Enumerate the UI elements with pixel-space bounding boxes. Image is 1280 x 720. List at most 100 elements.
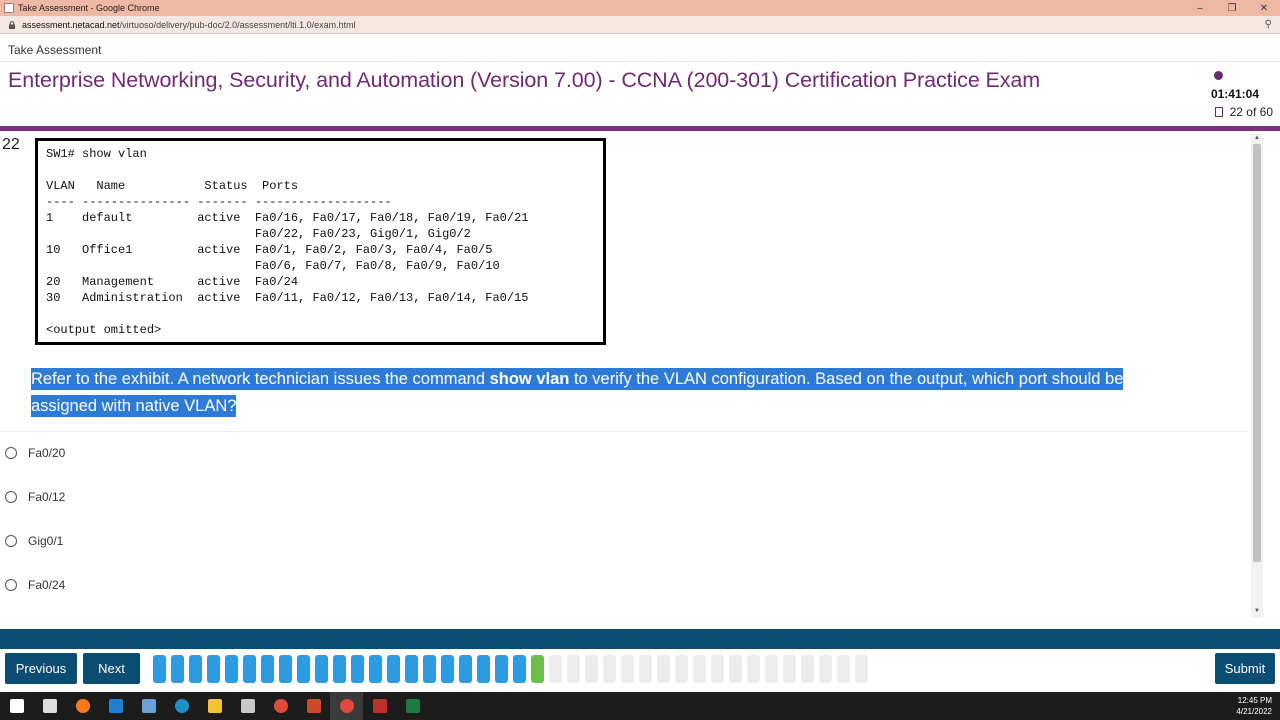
previous-button[interactable]: Previous	[5, 653, 77, 684]
question-step[interactable]	[423, 655, 436, 683]
question-step[interactable]	[495, 655, 508, 683]
question-step[interactable]	[297, 655, 310, 683]
submit-button[interactable]: Submit	[1215, 653, 1275, 684]
question-step[interactable]	[621, 655, 634, 683]
exhibit-line: SW1# show vlan	[46, 147, 147, 161]
taskbar-item[interactable]	[0, 692, 33, 720]
app-icon	[108, 699, 123, 713]
restore-icon[interactable]: ❐	[1216, 0, 1248, 16]
taskbar-clock[interactable]: 12:45 PM 4/21/2022	[1236, 695, 1272, 717]
question-step[interactable]	[603, 655, 616, 683]
task-view-icon	[42, 699, 57, 713]
question-step[interactable]	[567, 655, 580, 683]
question-step[interactable]	[333, 655, 346, 683]
taskbar-item[interactable]	[99, 692, 132, 720]
radio-button[interactable]	[5, 535, 17, 547]
taskbar-item[interactable]	[330, 692, 363, 720]
question-step[interactable]	[405, 655, 418, 683]
question-step[interactable]	[657, 655, 670, 683]
nav-strip	[0, 629, 1280, 649]
scroll-down-icon[interactable]: ▼	[1254, 608, 1260, 614]
network-tool-icon	[141, 699, 156, 713]
question-step[interactable]	[243, 655, 256, 683]
question-step[interactable]	[585, 655, 598, 683]
question-step[interactable]	[369, 655, 382, 683]
question-step-indicator	[153, 655, 868, 683]
question-step[interactable]	[783, 655, 796, 683]
taskbar-item[interactable]	[66, 692, 99, 720]
question-step[interactable]	[387, 655, 400, 683]
address-bar[interactable]: assessment.netacad.net/virtuoso/delivery…	[0, 16, 1280, 34]
question-step[interactable]	[855, 655, 868, 683]
taskbar-item[interactable]	[198, 692, 231, 720]
exhibit-line: 30 Administration active Fa0/11, Fa0/12,…	[46, 291, 529, 305]
question-step[interactable]	[747, 655, 760, 683]
header-divider	[0, 61, 1280, 62]
close-icon[interactable]: ✕	[1248, 0, 1280, 16]
question-number: 22	[2, 136, 20, 153]
window-controls: – ❐ ✕	[1184, 0, 1280, 16]
taskbar-item[interactable]	[264, 692, 297, 720]
next-button[interactable]: Next	[83, 653, 140, 684]
taskbar-item[interactable]	[165, 692, 198, 720]
document-icon	[1215, 107, 1223, 117]
question-step[interactable]	[801, 655, 814, 683]
question-step[interactable]	[531, 655, 544, 683]
question-step[interactable]	[441, 655, 454, 683]
taskbar-item[interactable]	[231, 692, 264, 720]
question-step[interactable]	[765, 655, 778, 683]
taskbar-item[interactable]	[297, 692, 330, 720]
taskbar-item[interactable]	[396, 692, 429, 720]
zoom-icon[interactable]: ⚲	[1265, 19, 1272, 30]
url-text[interactable]: assessment.netacad.net/virtuoso/delivery…	[22, 20, 356, 30]
option-2[interactable]: Fa0/12	[5, 490, 65, 504]
firefox-icon	[75, 699, 90, 713]
question-step[interactable]	[477, 655, 490, 683]
question-step[interactable]	[279, 655, 292, 683]
taskbar-item[interactable]	[33, 692, 66, 720]
question-step[interactable]	[261, 655, 274, 683]
question-step[interactable]	[729, 655, 742, 683]
option-4[interactable]: Fa0/24	[5, 578, 65, 592]
timer: 01:41:04	[1210, 87, 1259, 101]
question-step[interactable]	[711, 655, 724, 683]
question-step[interactable]	[549, 655, 562, 683]
question-step[interactable]	[189, 655, 202, 683]
prompt-divider	[0, 431, 1248, 432]
exhibit-line: ---- --------------- ------- -----------…	[46, 195, 392, 209]
exhibit-box: SW1# show vlan VLAN Name Status Ports ---…	[35, 138, 606, 345]
question-step[interactable]	[693, 655, 706, 683]
taskbar-item[interactable]	[132, 692, 165, 720]
question-step[interactable]	[639, 655, 652, 683]
question-step[interactable]	[459, 655, 472, 683]
exam-title: Enterprise Networking, Security, and Aut…	[8, 68, 1041, 92]
radio-button[interactable]	[5, 579, 17, 591]
radio-button[interactable]	[5, 447, 17, 459]
recorder-icon	[372, 699, 387, 713]
question-step[interactable]	[225, 655, 238, 683]
radio-button[interactable]	[5, 491, 17, 503]
browser-title-bar: Take Assessment - Google Chrome – ❐ ✕	[0, 0, 1280, 16]
cisco-icon	[240, 699, 255, 713]
question-step[interactable]	[207, 655, 220, 683]
question-step[interactable]	[675, 655, 688, 683]
question-step[interactable]	[837, 655, 850, 683]
option-1[interactable]: Fa0/20	[5, 446, 65, 460]
question-step[interactable]	[315, 655, 328, 683]
option-label: Fa0/12	[28, 490, 66, 504]
option-3[interactable]: Gig0/1	[5, 534, 63, 548]
question-step[interactable]	[153, 655, 166, 683]
minimize-icon[interactable]: –	[1184, 0, 1216, 16]
chrome-icon	[339, 699, 354, 713]
question-step[interactable]	[351, 655, 364, 683]
scroll-up-icon[interactable]: ▲	[1254, 135, 1260, 141]
exhibit-line	[46, 306, 595, 322]
exhibit-line: <output omitted>	[46, 323, 162, 337]
scrollbar-thumb[interactable]	[1253, 144, 1261, 562]
question-step[interactable]	[819, 655, 832, 683]
question-prompt: Refer to the exhibit. A network technici…	[31, 368, 1124, 417]
exhibit-output: SW1# show vlan VLAN Name Status Ports ---…	[46, 146, 595, 338]
question-step[interactable]	[171, 655, 184, 683]
question-step[interactable]	[513, 655, 526, 683]
taskbar-item[interactable]	[363, 692, 396, 720]
